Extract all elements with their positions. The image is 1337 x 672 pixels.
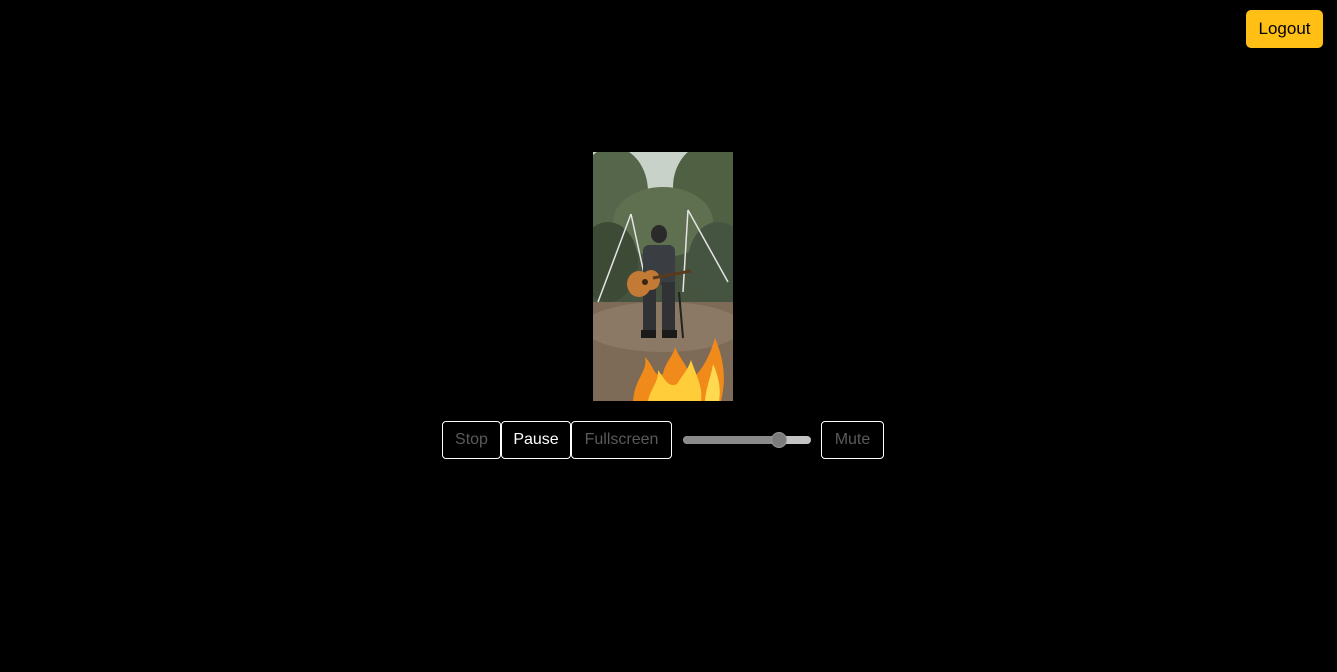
volume-fill: [683, 436, 779, 444]
volume-thumb[interactable]: [772, 433, 786, 447]
video-player[interactable]: [593, 152, 733, 401]
volume-slider[interactable]: [683, 421, 811, 459]
mute-button[interactable]: Mute: [821, 421, 884, 459]
fullscreen-button[interactable]: Fullscreen: [571, 421, 672, 459]
video-player-page: Logout Stop Pause Fullscreen Mute: [0, 0, 1337, 672]
video-frame-image: [593, 152, 733, 401]
logout-button[interactable]: Logout: [1246, 10, 1323, 48]
stop-button[interactable]: Stop: [442, 421, 501, 459]
player-controls: Stop Pause Fullscreen Mute: [442, 421, 884, 459]
volume-track: [683, 436, 811, 444]
pause-button[interactable]: Pause: [501, 421, 571, 459]
